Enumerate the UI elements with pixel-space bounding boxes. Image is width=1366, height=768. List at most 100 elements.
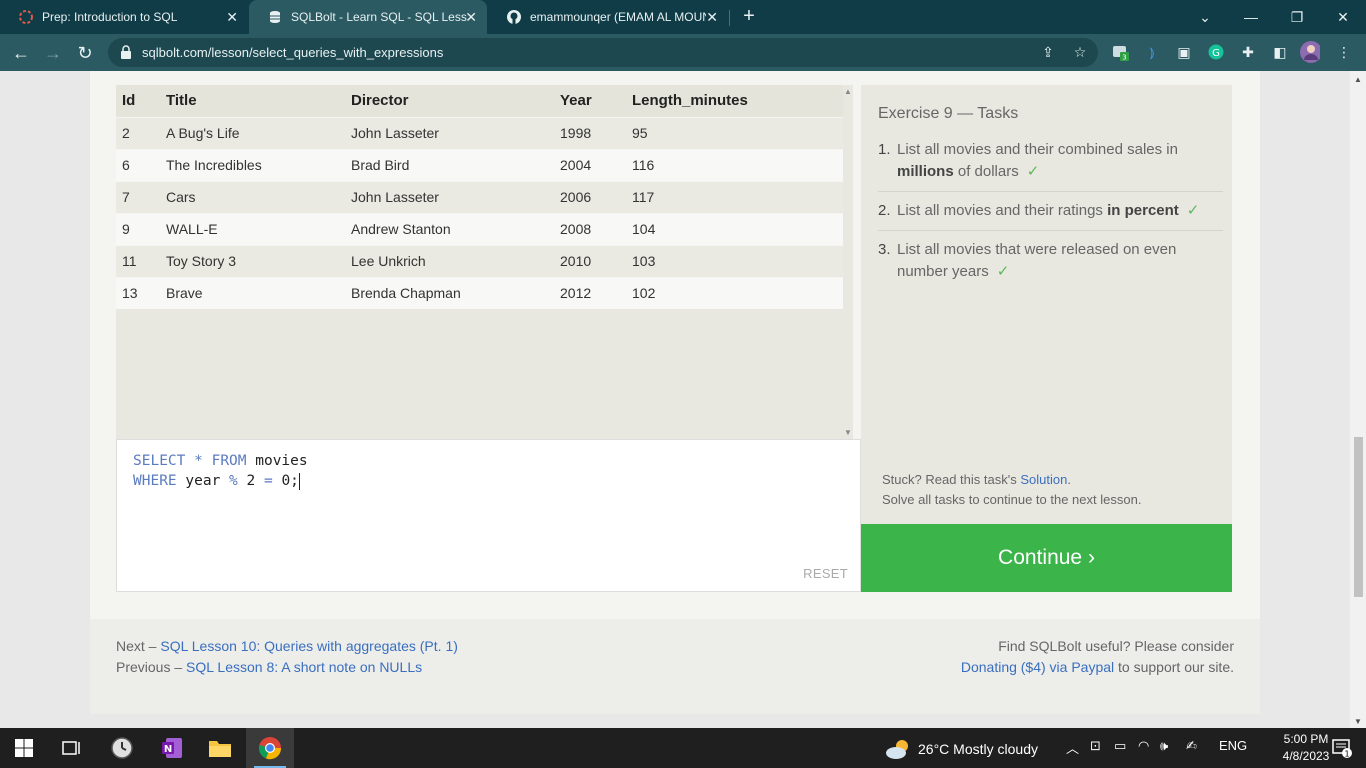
code-text: 2 xyxy=(237,473,264,489)
column-header: Year xyxy=(554,85,626,117)
table-cell: WALL-E xyxy=(160,212,345,245)
table-cell: 102 xyxy=(626,276,843,309)
language-indicator[interactable]: ENG xyxy=(1219,738,1247,753)
close-window-button[interactable]: ✕ xyxy=(1320,0,1366,34)
extension-badge-icon[interactable]: 3 xyxy=(1110,42,1130,62)
windows-logo-icon xyxy=(15,739,33,757)
side-panel-icon[interactable]: ◧ xyxy=(1270,42,1290,62)
tab-title: Prep: Introduction to SQL xyxy=(42,10,178,24)
chrome-taskbar-button[interactable] xyxy=(246,728,294,768)
prev-prefix: Previous – xyxy=(116,659,187,675)
useful-text: Find SQLBolt useful? Please consider xyxy=(998,638,1234,654)
stuck-text: Stuck? Read this task's xyxy=(882,472,1021,487)
new-tab-button[interactable]: + xyxy=(738,5,760,27)
extensions-puzzle-icon[interactable]: ✚ xyxy=(1238,42,1258,62)
bookmark-star-icon[interactable]: ☆ xyxy=(1070,42,1090,62)
file-explorer-button[interactable] xyxy=(196,728,244,768)
onenote-icon: N xyxy=(162,738,182,758)
meet-now-icon[interactable]: ⊡ xyxy=(1090,738,1101,754)
sql-code[interactable]: SELECT * FROM movies WHERE year % 2 = 0; xyxy=(133,451,308,491)
operator: * xyxy=(185,453,212,469)
folder-icon xyxy=(209,741,231,757)
cast-icon[interactable]: ▣ xyxy=(1174,42,1194,62)
back-button[interactable]: ← xyxy=(8,40,34,66)
donate-link[interactable]: Donating ($4) via Paypal xyxy=(961,659,1114,675)
table-cell: A Bug's Life xyxy=(160,116,345,149)
chrome-icon xyxy=(259,737,282,760)
table-cell: 2008 xyxy=(554,212,626,245)
next-lesson-link[interactable]: SQL Lesson 10: Queries with aggregates (… xyxy=(160,638,458,654)
scroll-up-icon[interactable]: ▲ xyxy=(1354,75,1362,84)
forward-button[interactable]: → xyxy=(40,40,66,66)
donation-note: Find SQLBolt useful? Please consider Don… xyxy=(961,636,1234,678)
column-header: Length_minutes xyxy=(626,85,843,117)
code-text: movies xyxy=(246,453,308,469)
table-cell: 1998 xyxy=(554,116,626,149)
task-item: 3. List all movies that were released on… xyxy=(878,239,1223,291)
grammarly-icon[interactable]: G xyxy=(1206,42,1226,62)
scrollbar-thumb[interactable] xyxy=(1354,437,1363,597)
loading-icon xyxy=(18,9,34,25)
code-text: year xyxy=(176,473,230,489)
tab-github[interactable]: emammounqer (EMAM AL MOUN ✕ xyxy=(488,0,728,34)
pen-icon[interactable]: ✍ xyxy=(1186,738,1197,754)
page-scrollbar[interactable]: ▲ ▼ xyxy=(1350,71,1366,728)
close-icon[interactable]: ✕ xyxy=(706,9,718,26)
table-cell: 95 xyxy=(626,116,843,149)
tab-divider xyxy=(729,10,730,26)
table-cell: Lee Unkrich xyxy=(345,244,554,277)
task-list: 1. List all movies and their combined sa… xyxy=(878,139,1223,299)
onenote-button[interactable]: N xyxy=(148,728,196,768)
scroll-down-icon[interactable]: ▼ xyxy=(844,428,852,437)
keyword: WHERE xyxy=(133,473,177,489)
table-header-row: Id Title Director Year Length_minutes xyxy=(116,85,843,117)
task-number: 1. xyxy=(878,141,891,158)
tab-sqlbolt[interactable]: SQLBolt - Learn SQL - SQL Lesson ✕ xyxy=(249,0,487,34)
restore-button[interactable]: ❐ xyxy=(1274,0,1320,34)
table-row: 7 Cars John Lasseter 2006 117 xyxy=(116,180,843,213)
task-view-button[interactable] xyxy=(48,728,96,768)
reload-button[interactable]: ↻ xyxy=(72,40,98,66)
minimize-button[interactable]: — xyxy=(1228,0,1274,34)
tab-prep[interactable]: Prep: Introduction to SQL ✕ xyxy=(0,0,248,34)
table-cell: 11 xyxy=(116,244,160,277)
weather-widget[interactable]: 26°C Mostly cloudy xyxy=(884,738,1038,760)
continue-button[interactable]: Continue › xyxy=(861,524,1232,592)
solution-link[interactable]: Solution xyxy=(1020,472,1067,487)
table-cell: 104 xyxy=(626,212,843,245)
scroll-down-icon[interactable]: ▼ xyxy=(1354,717,1362,726)
results-scrollbar[interactable]: ▲ ▼ xyxy=(843,85,853,439)
clock-app-button[interactable] xyxy=(98,728,146,768)
table-cell: The Incredibles xyxy=(160,148,345,181)
tasks-panel: Exercise 9 — Tasks 1. List all movies an… xyxy=(861,85,1232,524)
notification-center-button[interactable]: 1 xyxy=(1318,728,1366,768)
chevron-up-icon[interactable]: ︿ xyxy=(1066,738,1079,757)
scroll-up-icon[interactable]: ▲ xyxy=(844,87,852,96)
table-cell: 116 xyxy=(626,148,843,181)
wifi-icon[interactable]: ◠ xyxy=(1138,738,1149,754)
battery-icon[interactable]: ▭ xyxy=(1114,738,1126,754)
table-cell: 2 xyxy=(116,116,160,149)
close-icon[interactable]: ✕ xyxy=(226,9,238,26)
table-cell: 2006 xyxy=(554,180,626,213)
task-view-icon xyxy=(62,741,80,755)
stuck-text-end: . xyxy=(1067,472,1071,487)
close-icon[interactable]: ✕ xyxy=(465,9,477,26)
previous-lesson-link[interactable]: SQL Lesson 8: A short note on NULLs xyxy=(186,659,422,675)
share-icon[interactable]: ⇪ xyxy=(1038,42,1058,62)
more-menu-icon[interactable]: ⋮ xyxy=(1334,42,1354,62)
task-text: List all movies that were released on ev… xyxy=(897,241,1177,280)
operator: % xyxy=(229,473,238,489)
sql-editor[interactable]: SELECT * FROM movies WHERE year % 2 = 0;… xyxy=(116,439,861,592)
address-bar[interactable]: sqlbolt.com/lesson/select_queries_with_e… xyxy=(108,38,1098,67)
lock-icon[interactable] xyxy=(120,45,134,59)
start-button[interactable] xyxy=(0,728,48,768)
reset-button[interactable]: RESET xyxy=(803,566,848,581)
volume-icon[interactable]: 🕪 xyxy=(1160,738,1168,754)
tab-strip: Prep: Introduction to SQL ✕ SQLBolt - Le… xyxy=(0,0,1366,34)
operator: = xyxy=(263,473,273,489)
tab-search-button[interactable]: ⌄ xyxy=(1182,0,1228,34)
read-aloud-icon[interactable]: ⦆ xyxy=(1142,42,1162,62)
table-cell: Andrew Stanton xyxy=(345,212,554,245)
profile-avatar[interactable] xyxy=(1300,41,1320,63)
